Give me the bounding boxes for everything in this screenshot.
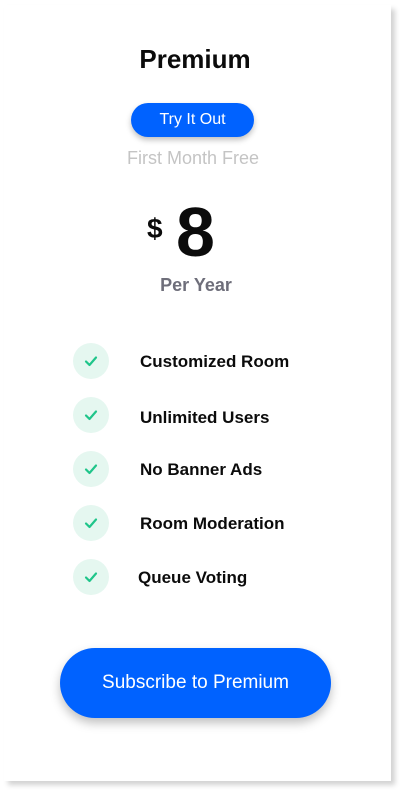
- check-icon: [73, 343, 109, 379]
- plan-title: Premium: [139, 44, 251, 74]
- check-icon: [73, 559, 109, 595]
- feature-item-customized-room: Customized Room: [140, 352, 290, 371]
- price-value: 8: [176, 193, 215, 271]
- check-icon: [73, 397, 109, 433]
- feature-item-unlimited-users: Unlimited Users: [140, 408, 270, 427]
- trial-note: First Month Free: [126, 148, 260, 168]
- check-icon: [73, 505, 109, 541]
- subscribe-button[interactable]: Subscribe to Premium: [60, 648, 331, 718]
- try-it-out-button[interactable]: Try It Out: [131, 103, 254, 137]
- currency-symbol: $: [147, 213, 163, 244]
- feature-item-no-banner-ads: No Banner Ads: [140, 460, 263, 479]
- check-icon: [73, 451, 109, 487]
- feature-item-queue-voting: Queue Voting: [138, 568, 248, 587]
- billing-period: Per Year: [160, 275, 232, 295]
- feature-item-room-moderation: Room Moderation: [140, 514, 285, 533]
